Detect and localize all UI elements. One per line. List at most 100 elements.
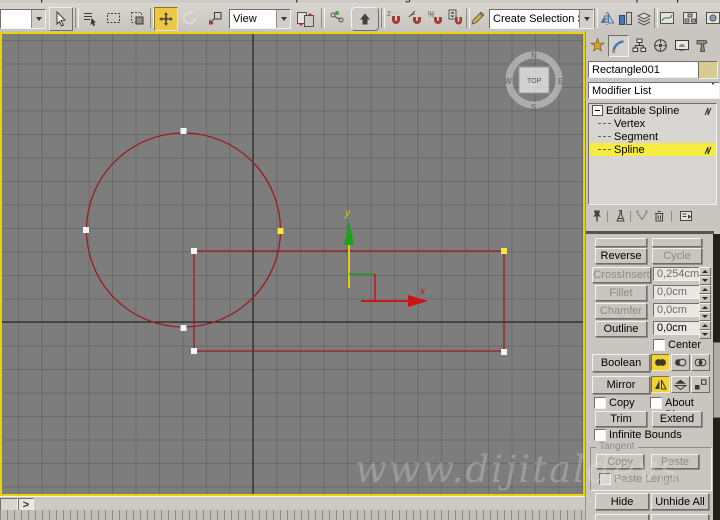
curve-editor-button[interactable] xyxy=(657,7,678,29)
mirror-tool-button[interactable] xyxy=(597,7,616,29)
remove-modifier-icon[interactable] xyxy=(652,209,666,223)
mirror-vertical-icon[interactable] xyxy=(671,376,690,393)
outline-spinner[interactable] xyxy=(699,321,711,339)
center-checkbox[interactable] xyxy=(653,339,665,351)
fillet-button[interactable]: Fillet xyxy=(595,285,647,301)
stack-row-editable-spline[interactable]: Editable Spline xyxy=(589,104,716,117)
fillet-spinner[interactable] xyxy=(699,285,711,303)
stack-row-spline-selected[interactable]: Spline xyxy=(589,143,716,156)
tab-modify[interactable] xyxy=(608,35,629,57)
select-by-name-button[interactable] xyxy=(79,7,101,29)
boolean-union-icon[interactable] xyxy=(651,354,670,371)
tangent-group-label: Tangent xyxy=(596,441,638,452)
chamfer-value-field[interactable]: 0,0cm xyxy=(653,303,702,317)
spinner-snap-toggle[interactable] xyxy=(447,7,465,29)
select-object-button[interactable] xyxy=(49,7,73,31)
select-and-rotate-button[interactable] xyxy=(179,7,201,29)
outline-button[interactable]: Outline xyxy=(595,321,647,337)
rectangular-selection-region-button[interactable] xyxy=(102,7,124,29)
chamfer-button[interactable]: Chamfer xyxy=(595,303,647,319)
named-selection-set-dropdown[interactable]: Create Selection Se xyxy=(489,9,594,29)
collapse-icon[interactable] xyxy=(592,105,603,116)
transform-gizmo[interactable]: y x xyxy=(344,208,428,307)
clipped-button[interactable] xyxy=(651,514,709,520)
boolean-button[interactable]: Boolean xyxy=(592,354,650,372)
selection-filter-dropdown[interactable] xyxy=(0,9,46,29)
snaps-toggle-2d[interactable]: 2 xyxy=(385,7,405,29)
percent-snap-toggle[interactable]: % xyxy=(427,7,447,29)
tangent-paste-button[interactable]: Paste xyxy=(651,454,699,469)
panel-scrollbar-thumb[interactable] xyxy=(713,342,720,418)
clipped-button[interactable] xyxy=(652,238,702,247)
magnet-spinner-icon xyxy=(448,9,465,27)
paste-length-checkbox[interactable] xyxy=(599,473,611,485)
layer-manager-button[interactable] xyxy=(635,7,652,29)
cycle-button[interactable]: Cycle xyxy=(652,248,702,264)
first-vertex-marker xyxy=(501,248,507,254)
select-and-manipulate-button[interactable] xyxy=(326,7,348,29)
reference-coordinate-dropdown[interactable]: View xyxy=(229,9,291,29)
pivot-center-icon xyxy=(296,10,315,27)
trim-button[interactable]: Trim xyxy=(595,411,647,427)
copy-checkbox[interactable] xyxy=(594,397,606,409)
copy-label: Copy xyxy=(609,397,635,409)
view-cube[interactable]: TOP N E S W xyxy=(504,51,564,112)
status-bar: > xyxy=(0,496,585,512)
tab-utilities[interactable] xyxy=(693,35,712,55)
angle-snap-toggle[interactable] xyxy=(406,7,426,29)
command-panel: Rectangle001 Modifier List Editable Spli… xyxy=(585,31,720,520)
align-icon xyxy=(618,11,633,26)
chamfer-spinner[interactable] xyxy=(699,303,711,321)
extend-button[interactable]: Extend xyxy=(652,411,702,427)
edit-named-selection-sets-button[interactable] xyxy=(469,7,487,29)
boolean-subtract-icon[interactable] xyxy=(671,354,690,371)
tab-display[interactable] xyxy=(672,35,691,55)
mirror-button[interactable]: Mirror xyxy=(592,376,650,394)
clipped-button[interactable] xyxy=(595,238,647,247)
clipped-button[interactable] xyxy=(595,514,649,520)
stack-row-vertex[interactable]: Vertex xyxy=(589,117,716,130)
viewport-canvas: y x TOP N E S W xyxy=(2,34,583,494)
unhide-all-button[interactable]: Unhide All xyxy=(651,493,709,510)
toolbar-separator xyxy=(321,8,325,28)
configure-modifier-sets-icon[interactable] xyxy=(679,209,694,223)
about-pivot-checkbox[interactable] xyxy=(650,397,662,409)
object-color-swatch[interactable] xyxy=(698,61,718,79)
create-icon xyxy=(590,37,605,53)
pin-stack-icon[interactable] xyxy=(590,209,604,223)
stack-row-segment[interactable]: Segment xyxy=(589,130,716,143)
fillet-value-field[interactable]: 0,0cm xyxy=(653,285,702,299)
hide-button[interactable]: Hide xyxy=(595,493,649,510)
tangent-copy-button[interactable]: Copy xyxy=(596,454,644,469)
top-viewport[interactable]: y x TOP N E S W xyxy=(0,32,585,496)
tab-create[interactable] xyxy=(588,35,607,55)
reverse-button[interactable]: Reverse xyxy=(595,248,647,264)
use-pivot-point-center-button[interactable] xyxy=(293,7,318,29)
make-unique-icon[interactable] xyxy=(635,209,649,223)
keyboard-shortcut-override-toggle[interactable] xyxy=(351,7,379,31)
crossinsert-button[interactable]: CrossInsert xyxy=(592,267,651,283)
align-button[interactable] xyxy=(617,7,634,29)
boolean-intersect-icon[interactable] xyxy=(691,354,710,371)
outline-value-field[interactable]: 0,0cm xyxy=(653,321,702,335)
track-bar[interactable] xyxy=(0,510,585,520)
crossinsert-value-field[interactable]: 0,254cm xyxy=(653,267,702,281)
object-name-field[interactable]: Rectangle001 xyxy=(588,61,699,78)
infinite-bounds-checkbox[interactable] xyxy=(594,429,606,441)
select-and-move-button[interactable] xyxy=(154,7,178,31)
tab-motion[interactable] xyxy=(651,35,670,55)
infinite-bounds-label: Infinite Bounds xyxy=(609,429,682,441)
modifier-list-dropdown[interactable]: Modifier List xyxy=(588,82,720,99)
mirror-both-icon[interactable] xyxy=(691,376,710,393)
tab-hierarchy[interactable] xyxy=(630,35,649,55)
render-setup-button[interactable] xyxy=(703,7,720,29)
crossinsert-spinner[interactable] xyxy=(699,267,711,285)
first-vertex-marker xyxy=(277,228,284,234)
panel-scrollbar[interactable] xyxy=(713,234,720,520)
show-end-result-icon[interactable] xyxy=(613,209,627,223)
window-crossing-toggle[interactable] xyxy=(126,7,148,29)
panel-divider xyxy=(586,231,714,234)
schematic-view-button[interactable] xyxy=(680,7,701,29)
select-and-scale-button[interactable] xyxy=(204,7,226,29)
mirror-horizontal-icon[interactable] xyxy=(651,376,670,393)
